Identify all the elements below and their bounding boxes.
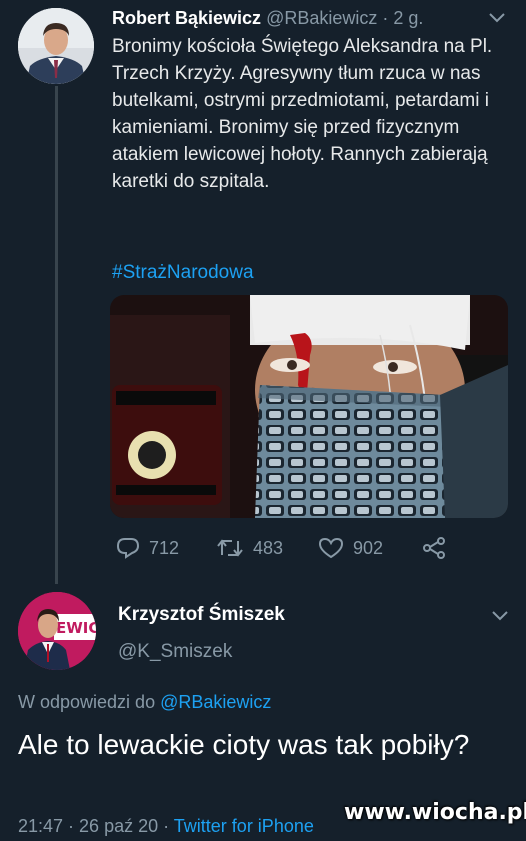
reply-count: 712 — [149, 537, 180, 558]
tweet-photo[interactable] — [110, 295, 508, 518]
share-button[interactable] — [422, 534, 446, 562]
tweet-time[interactable]: 2 g. — [393, 8, 423, 28]
share-icon — [423, 537, 445, 559]
separator-dot: · — [382, 8, 389, 28]
author-handle[interactable]: @RBakiewicz — [266, 8, 377, 28]
watermark: www.wiocha.pl — [344, 800, 526, 825]
chevron-down-icon[interactable] — [489, 608, 511, 624]
retweet-icon — [217, 539, 243, 557]
tweet[interactable]: Robert Bąkiewicz @RBakiewicz · 2 g. Bron… — [0, 0, 526, 584]
avatar-banner-text: EWICA — [56, 619, 96, 637]
author-name[interactable]: Robert Bąkiewicz — [112, 8, 261, 28]
replying-to-mention[interactable]: @RBakiewicz — [160, 692, 271, 712]
reply-author-name[interactable]: Krzysztof Śmiszek — [118, 604, 285, 626]
reply-text: Ale to lewackie cioty was tak pobiły? — [18, 729, 470, 760]
like-icon — [318, 537, 344, 559]
thread-connector-line — [55, 86, 58, 584]
retweet-count: 483 — [253, 537, 284, 558]
replying-to: W odpowiedzi do @RBakiewicz — [18, 692, 271, 713]
reply-meta: 21:47 · 26 paź 20 · Twitter for iPhone — [18, 816, 314, 837]
tweet-header: Robert Bąkiewicz @RBakiewicz · 2 g. — [112, 6, 517, 30]
tweet-text: Bronimy kościoła Świętego Aleksandra na … — [112, 36, 493, 192]
tweet-actions: 712 483 902 — [112, 534, 512, 562]
hashtag-link[interactable]: #StrażNarodowa — [112, 260, 254, 286]
like-button[interactable]: 902 — [318, 534, 383, 562]
retweet-button[interactable]: 483 — [216, 534, 283, 562]
reply-button[interactable]: 712 — [116, 534, 179, 562]
avatar[interactable] — [18, 8, 94, 84]
chevron-down-icon[interactable] — [486, 10, 508, 26]
like-count: 902 — [353, 537, 384, 558]
reply-avatar[interactable]: EWICA — [18, 592, 96, 670]
reply-icon — [116, 538, 140, 559]
reply-timestamp[interactable]: 21:47 · 26 paź 20 · — [18, 816, 169, 836]
reply-author-handle[interactable]: @K_Smiszek — [118, 641, 232, 663]
reply-source[interactable]: Twitter for iPhone — [174, 816, 314, 836]
replying-to-label: W odpowiedzi do — [18, 692, 156, 712]
